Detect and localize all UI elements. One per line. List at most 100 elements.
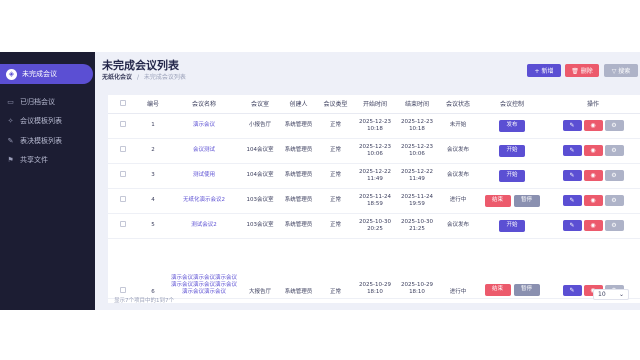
cell-no: 3 (138, 163, 168, 189)
meeting-control-button[interactable]: 结束 (484, 283, 511, 296)
breadcrumb-item[interactable]: 无纸化会议 (102, 74, 132, 81)
column-header[interactable]: 会议室 (240, 95, 280, 114)
meeting-control-button[interactable]: 暂停 (513, 194, 540, 207)
column-header[interactable]: 编号 (138, 95, 168, 114)
cell-room: 大报告厅 (240, 238, 280, 299)
row-checkbox[interactable] (108, 188, 138, 214)
cell-start-time: 2025-10-29 18:10 (354, 238, 396, 299)
table-row: 4 无纸化演示会议2 103会议室 系统管理员 正常 2025-11-24 18:59 20… (108, 188, 640, 214)
cell-type: 正常 (317, 163, 354, 189)
column-header[interactable]: 创建人 (280, 95, 317, 114)
cell-creator: 系统管理员 (280, 163, 317, 189)
column-header[interactable]: 开始时间 (354, 95, 396, 114)
sidebar-item-label: 会议模板列表 (20, 117, 62, 125)
eye-icon[interactable]: ◉ (583, 145, 603, 156)
cell-end-time: 2025-10-30 21:25 (396, 213, 438, 239)
sidebar-item-meeting-templates[interactable]: ✧ 会议模板列表 (0, 111, 95, 131)
sidebar-item-archived[interactable]: ▭ 已归档会议 (0, 92, 95, 112)
cell-actions: ✎◉⚙ (546, 213, 640, 239)
cell-no: 4 (138, 188, 168, 214)
cell-start-time: 2025-12-23 10:06 (354, 138, 396, 164)
edit-icon[interactable]: ✎ (562, 195, 582, 206)
archive-icon: ▭ (7, 98, 14, 106)
cell-status: 会议发布 (438, 213, 478, 239)
eye-icon[interactable]: ◉ (583, 195, 603, 206)
cell-meeting-name[interactable]: 演示会议 (168, 113, 240, 139)
meeting-control-button[interactable]: 开始 (499, 144, 525, 157)
column-header[interactable]: 会议类型 (317, 95, 354, 114)
eye-icon[interactable]: ◉ (583, 220, 603, 231)
breadcrumb-item: 未完成会议列表 (143, 74, 186, 81)
eye-icon[interactable]: ◉ (583, 170, 603, 181)
edit-icon[interactable]: ✎ (562, 120, 582, 131)
cell-controls: 结束 暂停 (478, 188, 546, 214)
column-header[interactable]: 会议名称 (168, 95, 240, 114)
cell-start-time: 2025-11-24 18:59 (354, 188, 396, 214)
edit-icon[interactable]: ✎ (562, 170, 582, 181)
sidebar-item-unfinished[interactable]: ◈ 未完成会议 (0, 64, 93, 84)
cell-controls: 发布 (478, 113, 546, 139)
table-row: 2 会议测试 104会议室 系统管理员 正常 2025-12-23 10:06 2025-1… (108, 138, 640, 164)
cell-no: 6 (138, 238, 168, 299)
sidebar-item-shared-files[interactable]: ⚑ 共享文件 (0, 150, 95, 170)
meeting-control-button[interactable]: 发布 (499, 119, 525, 132)
breadcrumb-separator: / (136, 74, 139, 81)
column-header: 会议控制 (478, 95, 546, 114)
cell-status: 会议发布 (438, 138, 478, 164)
select-all-checkbox[interactable] (108, 95, 138, 114)
row-checkbox[interactable] (108, 238, 138, 299)
column-header: 操作 (546, 95, 640, 114)
sidebar-item-vote-templates[interactable]: ✎ 表决模板列表 (0, 131, 95, 151)
row-checkbox[interactable] (108, 213, 138, 239)
cell-meeting-name[interactable]: 会议测试 (168, 138, 240, 164)
meeting-table: 编号 会议名称 会议室 创建人 会议类型 开始时间 结束时间 会议状态 会议控制… (108, 95, 640, 299)
cell-creator: 系统管理员 (280, 213, 317, 239)
cell-meeting-name[interactable]: 无纸化演示会议2 (168, 188, 240, 214)
sidebar-item-label: 已归档会议 (20, 98, 55, 106)
vote-icon: ✎ (7, 137, 14, 145)
meeting-control-button[interactable]: 暂停 (513, 283, 540, 296)
add-button[interactable]: + 新增 (527, 64, 561, 77)
page-title: 未完成会议列表 (102, 59, 179, 72)
cell-meeting-name[interactable]: 测试使用 (168, 163, 240, 189)
cell-meeting-name[interactable]: 测试会议2 (168, 213, 240, 239)
cell-end-time: 2025-12-22 11:49 (396, 163, 438, 189)
settings-icon[interactable]: ⚙ (604, 170, 624, 181)
cell-creator: 系统管理员 (280, 113, 317, 139)
page-size-select[interactable]: 10 ⌄ (593, 289, 629, 300)
cell-start-time: 2025-10-30 20:25 (354, 213, 396, 239)
meeting-control-button[interactable]: 开始 (499, 219, 525, 232)
bulb-icon: ✧ (7, 117, 14, 125)
edit-icon[interactable]: ✎ (562, 220, 582, 231)
delete-button[interactable]: 🗑 删除 (565, 64, 599, 77)
cell-room: 104会议室 (240, 163, 280, 189)
cell-actions: ✎◉⚙ (546, 113, 640, 139)
settings-icon[interactable]: ⚙ (604, 195, 624, 206)
edit-icon[interactable]: ✎ (562, 284, 582, 296)
meeting-control-button[interactable]: 结束 (484, 194, 511, 207)
column-header[interactable]: 会议状态 (438, 95, 478, 114)
edit-icon[interactable]: ✎ (562, 145, 582, 156)
column-header[interactable]: 结束时间 (396, 95, 438, 114)
cell-status: 未开始 (438, 113, 478, 139)
cell-status: 会议发布 (438, 163, 478, 189)
meeting-control-button[interactable]: 开始 (499, 169, 525, 182)
row-checkbox[interactable] (108, 138, 138, 164)
cell-type: 正常 (317, 213, 354, 239)
cell-controls: 开始 (478, 138, 546, 164)
settings-icon[interactable]: ⚙ (604, 220, 624, 231)
settings-icon[interactable]: ⚙ (604, 145, 624, 156)
cell-actions: ✎◉⚙ (546, 163, 640, 189)
pagination-summary: 显示7个项目中的1到7个 (114, 298, 174, 304)
search-button[interactable]: ▽ 搜索 (604, 64, 638, 77)
eye-icon[interactable]: ◉ (583, 120, 603, 131)
table-row: 5 测试会议2 103会议室 系统管理员 正常 2025-10-30 20:25 2025-… (108, 213, 640, 239)
row-checkbox[interactable] (108, 163, 138, 189)
chevron-down-icon: ⌄ (618, 291, 624, 298)
cell-start-time: 2025-12-23 10:18 (354, 113, 396, 139)
settings-icon[interactable]: ⚙ (604, 120, 624, 131)
cell-creator: 系统管理员 (280, 238, 317, 299)
cell-meeting-name[interactable]: 演示会议演示会议演示会议演示会议演示会议演示会议演示会议演示会议 (168, 238, 240, 299)
row-checkbox[interactable] (108, 113, 138, 139)
cell-type: 正常 (317, 238, 354, 299)
